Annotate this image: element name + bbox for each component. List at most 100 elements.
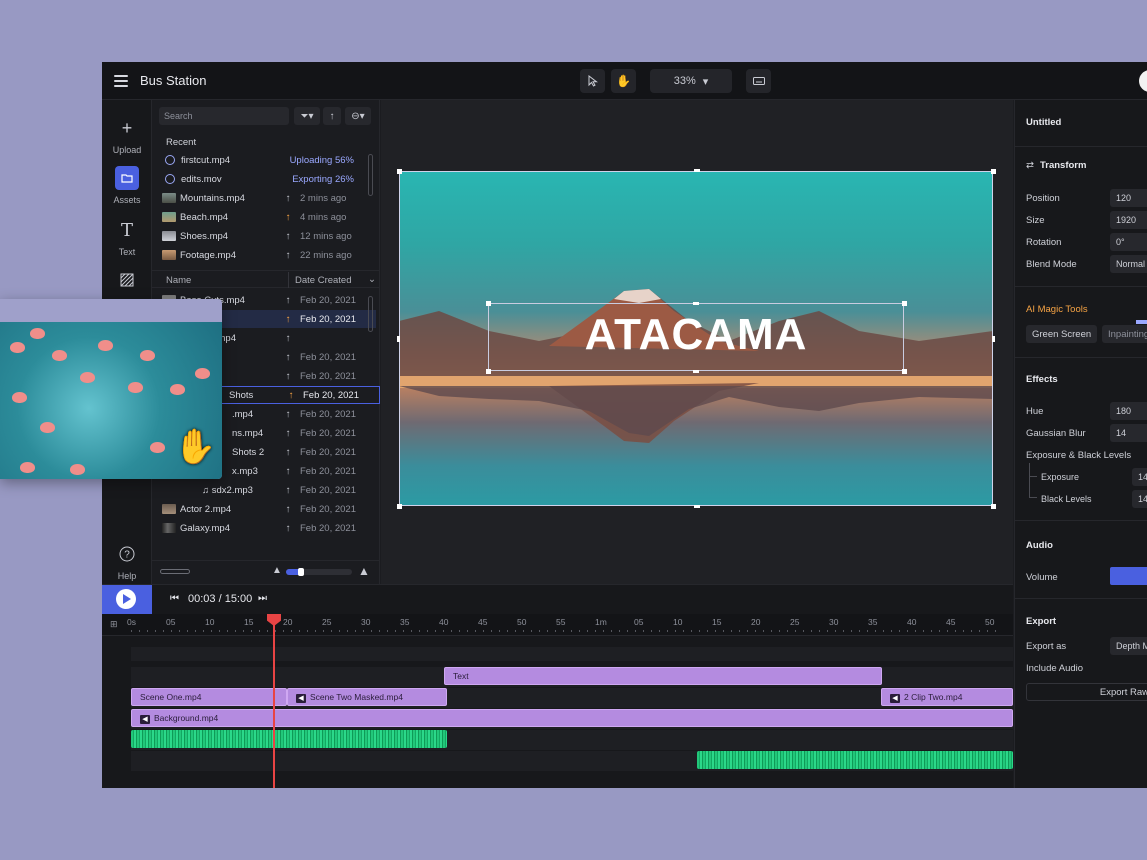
time-ruler[interactable]: ⊞ 0s 05 10 15 20 25 30 35 40 45 50 55 1m 05 10 15 20 25 30… (102, 614, 1013, 636)
resize-handle[interactable] (397, 169, 402, 174)
volume-slider[interactable] (1110, 567, 1147, 585)
column-name-header[interactable]: Name (166, 275, 191, 286)
export-raw-button[interactable]: Export Raw (1026, 683, 1147, 701)
list-item[interactable]: edits.mov Exporting 26% (162, 170, 376, 188)
resize-handle[interactable] (693, 302, 699, 305)
resize-handle[interactable] (991, 169, 996, 174)
keyboard-shortcuts-button[interactable] (746, 69, 771, 93)
hand-tool-button[interactable]: ✋ (611, 69, 636, 93)
size-field[interactable]: 1920 (1110, 211, 1147, 229)
rail-upload[interactable]: + Upload (102, 116, 152, 156)
large-thumbnail-icon[interactable]: ▲ (358, 564, 370, 578)
pin-icon[interactable]: ↑ (285, 390, 297, 401)
zoom-dropdown[interactable]: 33% ▾ (650, 69, 732, 93)
rotation-field[interactable]: 0° (1110, 233, 1147, 251)
video-clip[interactable]: ◀ 2 Clip Two.mp4 (881, 688, 1013, 706)
pin-icon[interactable]: ↑ (282, 523, 294, 534)
black-levels-stepper[interactable]: 14 (1132, 490, 1147, 508)
list-item[interactable]: Footage.mp4 ↑ 22 mins ago (162, 246, 376, 264)
pin-icon[interactable]: ↑ (282, 295, 294, 306)
playhead[interactable] (273, 614, 275, 788)
thumbnail-size-slider[interactable] (286, 568, 352, 576)
ruler-tick-label: 50 (985, 617, 995, 627)
pin-icon[interactable]: ↑ (282, 371, 294, 382)
list-item[interactable]: Shoes.mp4 ↑ 12 mins ago (162, 227, 376, 245)
table-row[interactable]: Galaxy.mp4 ↑ Feb 20, 2021 (162, 519, 376, 537)
audio-header: Audio (1026, 540, 1053, 551)
resize-handle[interactable] (902, 369, 907, 374)
select-tool-button[interactable] (580, 69, 605, 93)
pin-icon[interactable]: ↑ (282, 212, 294, 223)
blend-mode-select[interactable]: Normal (1110, 255, 1147, 273)
video-clip[interactable]: ◀ Scene Two Masked.mp4 (287, 688, 447, 706)
rail-text[interactable]: T Text (102, 218, 152, 258)
column-date-header[interactable]: Date Created (295, 275, 352, 286)
pin-icon[interactable]: ↑ (282, 314, 294, 325)
audio-waveform-clip[interactable] (697, 751, 1013, 769)
green-screen-button[interactable]: Green Screen (1026, 325, 1098, 343)
resize-handle[interactable] (397, 504, 402, 509)
video-clip[interactable]: ◀ Background.mp4 (131, 709, 1013, 727)
rail-text-label: Text (118, 247, 136, 257)
exposure-group-label[interactable]: Exposure & Black Levels (1026, 450, 1131, 461)
pin-icon[interactable]: ↑ (282, 193, 294, 204)
pin-icon[interactable]: ↑ (282, 466, 294, 477)
recent-scrollbar[interactable] (368, 154, 373, 196)
search-input[interactable]: Search (159, 107, 289, 125)
export-format-select[interactable]: Depth M (1110, 637, 1147, 655)
table-row[interactable]: Actor 2.mp4 ↑ Feb 20, 2021 (162, 500, 376, 518)
table-row[interactable]: ♫ sdx2.mp3 ↑ Feb 20, 2021 (162, 481, 376, 499)
pin-icon[interactable]: ↑ (282, 409, 294, 420)
blur-stepper[interactable]: 14 (1110, 424, 1147, 442)
inpainting-button[interactable]: Inpainting (1102, 325, 1147, 343)
resize-handle[interactable] (694, 505, 700, 508)
exposure-stepper[interactable]: 14 (1132, 468, 1147, 486)
pin-icon[interactable]: ↑ (282, 504, 294, 515)
rail-more[interactable] (102, 268, 152, 297)
position-field[interactable]: 120 (1110, 189, 1147, 207)
list-item[interactable]: firstcut.mp4 Uploading 56% (162, 151, 376, 169)
resize-handle[interactable] (397, 336, 400, 342)
play-button[interactable] (116, 589, 136, 609)
resize-handle[interactable] (992, 336, 995, 342)
pin-icon[interactable]: ↑ (282, 352, 294, 363)
more-options-button[interactable]: ⊖▾ (345, 107, 371, 125)
hamburger-menu-icon[interactable] (114, 75, 128, 87)
avatar[interactable] (1139, 70, 1147, 92)
canvas-area[interactable]: ATACAMA (381, 100, 1013, 584)
ruler-tick-label: 20 (751, 617, 761, 627)
view-toggle[interactable] (160, 569, 190, 574)
list-item[interactable]: Beach.mp4 ↑ 4 mins ago (162, 208, 376, 226)
resize-handle[interactable] (486, 301, 491, 306)
rail-assets[interactable]: Assets (102, 166, 152, 205)
small-thumbnail-icon[interactable]: ▲ (272, 565, 282, 576)
audio-waveform-clip[interactable] (131, 730, 447, 748)
pin-icon[interactable]: ↑ (282, 333, 294, 344)
rail-help[interactable]: ? Help (102, 542, 152, 581)
slider-thumb[interactable] (298, 568, 304, 576)
snap-icon[interactable]: ⊞ (110, 619, 118, 630)
resize-handle[interactable] (693, 370, 699, 373)
list-item[interactable]: Mountains.mp4 ↑ 2 mins ago (162, 189, 376, 207)
chevron-down-icon[interactable]: ⌄ (368, 274, 376, 285)
pin-icon[interactable]: ↑ (282, 231, 294, 242)
hue-stepper[interactable]: 180 (1110, 402, 1147, 420)
resize-handle[interactable] (991, 504, 996, 509)
layer-title: Untitled (1026, 117, 1062, 128)
text-clip[interactable]: Text (444, 667, 882, 685)
filter-button[interactable]: ⏷▾ (294, 107, 320, 125)
resize-handle[interactable] (902, 301, 907, 306)
files-scrollbar[interactable] (368, 296, 373, 332)
skip-back-icon[interactable]: ⏮ (170, 593, 179, 604)
pin-icon[interactable]: ↑ (282, 447, 294, 458)
skip-forward-icon[interactable]: ⏭ (258, 593, 267, 604)
divider (1015, 598, 1147, 599)
pin-icon[interactable]: ↑ (282, 428, 294, 439)
sort-button[interactable]: ↑ (323, 107, 341, 125)
video-clip[interactable]: Scene One.mp4 (131, 688, 287, 706)
canvas-title-text[interactable]: ATACAMA (488, 310, 904, 360)
resize-handle[interactable] (694, 169, 700, 172)
resize-handle[interactable] (486, 369, 491, 374)
pin-icon[interactable]: ↑ (282, 485, 294, 496)
pin-icon[interactable]: ↑ (282, 250, 294, 261)
